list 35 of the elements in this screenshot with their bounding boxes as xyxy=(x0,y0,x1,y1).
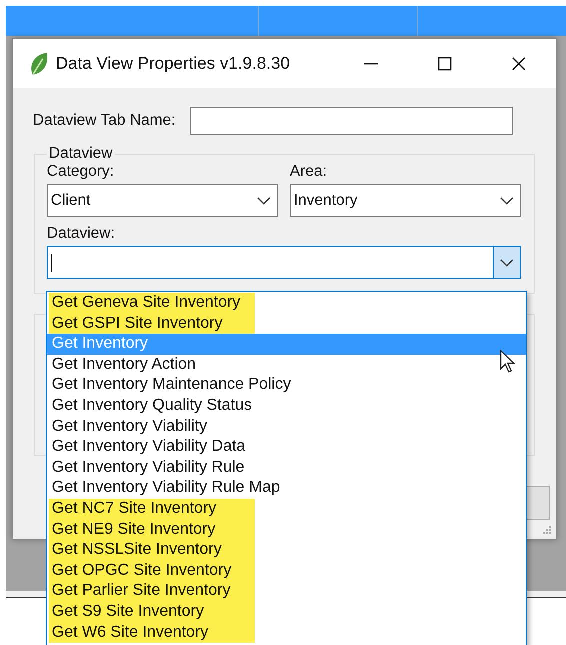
category-dropdown[interactable]: Client xyxy=(47,184,278,217)
dropdown-item[interactable]: Get Inventory Viability Data xyxy=(47,437,526,458)
dropdown-item[interactable]: Get Inventory Viability Rule Map xyxy=(47,478,526,499)
tab-name-field[interactable] xyxy=(190,107,513,135)
dropdown-item[interactable]: Get Inventory Maintenance Policy xyxy=(47,375,526,396)
chevron-down-icon xyxy=(500,258,514,266)
dropdown-item[interactable]: Get NE9 Site Inventory xyxy=(47,520,526,540)
group-title: Dataview xyxy=(48,145,114,163)
dropdown-item[interactable]: Get Inventory Action xyxy=(47,354,526,376)
dropdown-item[interactable]: Get W6 Site Inventory xyxy=(47,622,526,644)
field-label: Dataview Tab Name: xyxy=(33,112,176,130)
mouse-cursor-icon xyxy=(500,350,517,374)
chevron-down-icon xyxy=(500,196,514,204)
dropdown-item[interactable]: Get NC7 Site Inventory xyxy=(47,498,526,520)
dropdown-item[interactable]: Get S9 Site Inventory xyxy=(47,602,526,622)
dropdown-item[interactable]: Get GSPI Site Inventory xyxy=(47,314,526,334)
dropdown-item[interactable]: Get Parlier Site Inventory xyxy=(47,581,526,602)
field-label: Area: xyxy=(290,163,328,181)
dropdown-item[interactable]: Get Inventory Quality Status xyxy=(47,396,526,417)
field-label: Dataview: xyxy=(47,225,116,243)
dataview-dropdown[interactable] xyxy=(47,246,521,279)
dropdown-item[interactable]: Get Geneva Site Inventory xyxy=(47,293,526,314)
dropdown-button[interactable] xyxy=(493,247,520,278)
close-icon xyxy=(512,56,526,70)
dropdown-item[interactable]: Get OPGC Site Inventory xyxy=(47,560,526,582)
maximize-icon xyxy=(438,56,452,70)
minimize-icon xyxy=(364,62,378,64)
area-dropdown[interactable]: Inventory xyxy=(290,184,521,217)
dropdown-item[interactable]: Get NSSLSite Inventory xyxy=(47,540,526,561)
chevron-down-icon xyxy=(257,196,271,204)
window-title: Data View Properties v1.9.8.30 xyxy=(56,54,290,74)
resize-grip-icon xyxy=(542,525,552,535)
dropdown-item[interactable]: Get Inventory Viability xyxy=(47,416,526,438)
dropdown-item[interactable]: Get Inventory Viability Rule xyxy=(47,458,526,478)
field-label: Category: xyxy=(47,163,116,181)
